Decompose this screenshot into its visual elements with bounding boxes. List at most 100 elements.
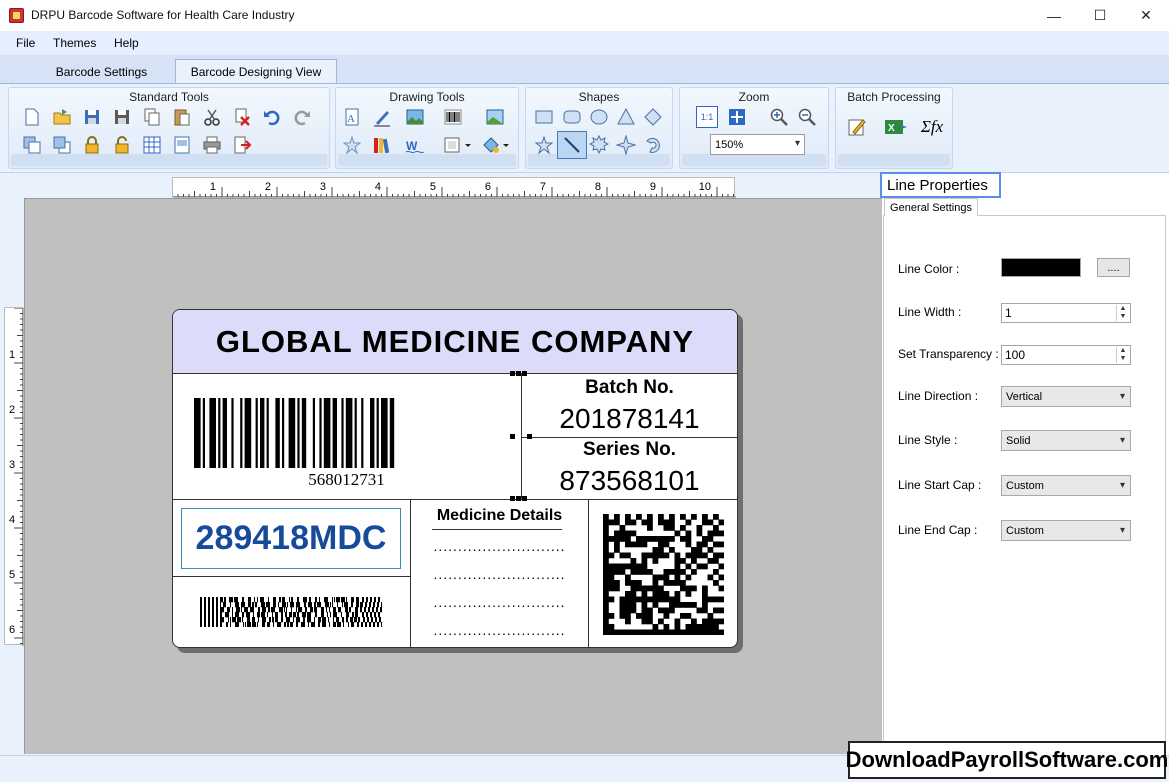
copy-icon[interactable] [141,106,163,128]
ruler-tick-label: 10 [699,181,711,193]
medicine-details-title[interactable]: Medicine Details [412,507,587,525]
line-color-picker-button[interactable]: .... [1097,258,1130,277]
spinner-arrows-icon[interactable]: ▲ ▼ [1116,347,1129,363]
save-icon[interactable] [81,106,103,128]
menu-help[interactable]: Help [114,36,139,50]
company-name[interactable]: GLOBAL MEDICINE COMPANY [173,310,737,374]
text-icon[interactable]: A [341,106,363,128]
ruler-tick-label: 1 [9,349,15,361]
details-dotted-line[interactable]: ........................... [412,566,587,582]
datamatrix-barcode[interactable] [603,514,724,635]
four-point-star-icon[interactable] [615,134,637,156]
burst-shape-icon[interactable] [588,134,610,156]
menu-themes[interactable]: Themes [53,36,96,50]
close-button[interactable]: ✕ [1123,0,1169,31]
divider-horizontal[interactable] [173,576,410,577]
delete-icon[interactable] [231,106,253,128]
open-icon[interactable] [51,106,73,128]
group-title-drawing: Drawing Tools [389,90,465,104]
divider-horizontal[interactable] [521,437,737,438]
transparency-input[interactable]: 100 ▲ ▼ [1001,345,1131,365]
line-width-input[interactable]: 1 ▲ ▼ [1001,303,1131,323]
batch-value[interactable]: 201878141 [522,403,737,435]
ruler-tick-label: 7 [540,181,546,193]
save-as-icon[interactable] [111,106,133,128]
watermark-icon[interactable] [341,134,363,156]
library-icon[interactable] [371,134,393,156]
divider-horizontal[interactable] [173,499,737,500]
print-preview-icon[interactable] [171,134,193,156]
selection-handle[interactable] [510,434,515,439]
line-start-cap-select[interactable]: Custom ▾ [1001,475,1131,496]
ellipse-shape-icon[interactable] [588,106,610,128]
divider-vertical[interactable] [588,499,589,647]
picture-library-icon[interactable] [484,106,506,128]
zoom-level-select[interactable]: 150% ▾ [710,134,805,155]
undo-icon[interactable] [261,106,283,128]
line-end-cap-select[interactable]: Custom ▾ [1001,520,1131,541]
series-value[interactable]: 873568101 [522,465,737,497]
fill-dropdown-icon[interactable] [480,134,512,156]
pen-icon[interactable] [371,106,393,128]
svg-text:W: W [406,139,418,153]
line-direction-select[interactable]: Vertical ▾ [1001,386,1131,407]
selection-handle[interactable] [510,371,515,376]
border-dropdown-icon[interactable] [442,134,474,156]
series-title[interactable]: Series No. [522,439,737,461]
image-icon[interactable] [404,106,426,128]
arc-shape-icon[interactable] [642,134,664,156]
maximize-button[interactable]: ☐ [1077,0,1123,31]
selection-handle[interactable] [516,496,521,501]
spinner-arrows-icon[interactable]: ▲ ▼ [1116,305,1129,321]
zoom-out-icon[interactable] [796,106,818,128]
grid-icon[interactable] [141,134,163,156]
divider-vertical[interactable] [410,499,411,647]
ruler-tick-label: 4 [9,514,15,526]
title-underline [432,529,562,530]
unlock-icon[interactable] [111,134,133,156]
tab-general-settings[interactable]: General Settings [884,198,978,216]
rectangle-shape-icon[interactable] [533,106,555,128]
zoom-in-icon[interactable] [768,106,790,128]
menu-file[interactable]: File [16,36,35,50]
stacked-barcode[interactable] [200,597,382,627]
tab-barcode-designing-view[interactable]: Barcode Designing View [175,59,337,84]
chevron-down-icon: ▾ [1119,391,1125,402]
line-color-swatch[interactable] [1001,258,1081,277]
redo-icon[interactable] [291,106,313,128]
cut-icon[interactable] [201,106,223,128]
tab-barcode-settings[interactable]: Barcode Settings [44,59,159,84]
star-shape-icon[interactable] [533,134,555,156]
details-dotted-line[interactable]: ........................... [412,594,587,610]
bring-front-icon[interactable] [51,134,73,156]
details-dotted-line[interactable]: ........................... [412,622,587,638]
barcode-number[interactable]: 568012731 [194,470,499,490]
barcode-icon[interactable] [442,106,464,128]
linear-barcode[interactable] [194,398,499,468]
diamond-shape-icon[interactable] [642,106,664,128]
paste-icon[interactable] [171,106,193,128]
rounded-rectangle-shape-icon[interactable] [561,106,583,128]
selection-handle[interactable] [510,496,515,501]
new-icon[interactable] [21,106,43,128]
lock-icon[interactable] [81,134,103,156]
selection-handle[interactable] [516,371,521,376]
minimize-button[interactable]: — [1031,0,1077,31]
export-icon[interactable] [231,134,253,156]
batch-title[interactable]: Batch No. [522,377,737,399]
send-back-icon[interactable] [21,134,43,156]
product-code[interactable]: 289418MDC [181,508,401,569]
selection-handle[interactable] [522,371,527,376]
print-icon[interactable] [201,134,223,156]
formula-icon[interactable]: Σfx [918,116,946,138]
zoom-fit-icon[interactable] [726,106,748,128]
zoom-actual-size-icon[interactable]: 1:1 [696,106,718,128]
line-style-select[interactable]: Solid ▾ [1001,430,1131,451]
line-shape-icon[interactable] [557,131,587,159]
barcode-label[interactable]: GLOBAL MEDICINE COMPANY 568012731 Batch … [172,309,738,648]
excel-import-icon[interactable]: X [882,116,910,138]
batch-edit-icon[interactable] [846,116,868,138]
details-dotted-line[interactable]: ........................... [412,538,587,554]
wave-text-icon[interactable]: W [404,134,426,156]
triangle-shape-icon[interactable] [615,106,637,128]
